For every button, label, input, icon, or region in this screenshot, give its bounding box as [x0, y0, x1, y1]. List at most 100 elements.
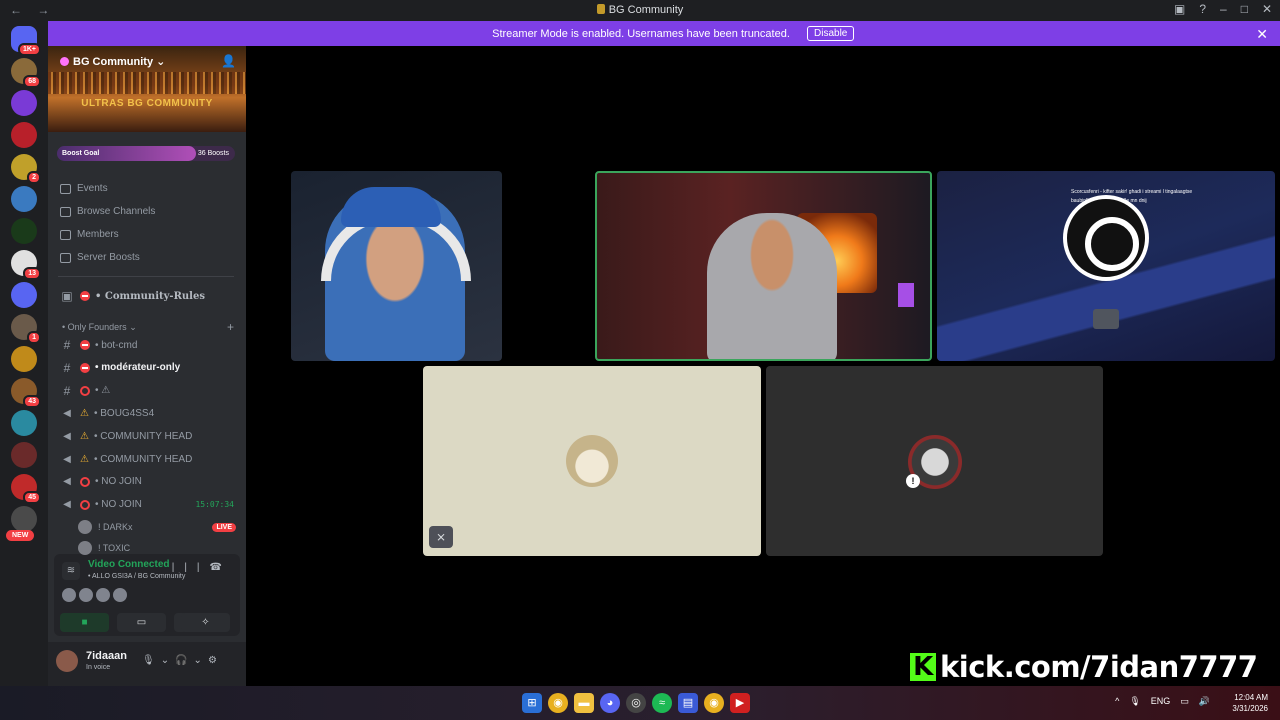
avatar[interactable] [56, 650, 78, 672]
server-icon[interactable] [11, 186, 37, 212]
voice-tile-5[interactable]: ! [766, 366, 1103, 556]
menu-browse-channels[interactable]: Browse Channels [60, 206, 155, 217]
volume-icon[interactable]: 🔊 [1199, 696, 1210, 707]
prohibited-icon [80, 476, 90, 487]
text-channel[interactable]: # • bot-cmd [60, 335, 238, 355]
server-icon[interactable]: 1K+ [11, 26, 41, 56]
menu-browse-label: Browse Channels [77, 206, 156, 217]
avatar[interactable] [96, 588, 110, 602]
banner-message: Streamer Mode is enabled. Usernames have… [492, 28, 790, 40]
server-icon[interactable] [11, 506, 37, 532]
youtube-icon[interactable]: ▶ [730, 693, 750, 713]
server-icon[interactable] [11, 346, 37, 372]
server-icon [596, 4, 605, 14]
warning-icon: ⚠ [80, 430, 89, 442]
menu-members[interactable]: Members [60, 229, 119, 240]
close-window-button[interactable]: ✕ [1262, 2, 1272, 16]
server-icon[interactable]: 1 [11, 314, 41, 344]
username[interactable]: 7idaaan [86, 650, 127, 662]
add-channel-icon[interactable]: + [227, 320, 234, 334]
server-icon[interactable] [11, 410, 37, 436]
mention-badge: 1 [27, 331, 41, 344]
microphone-icon[interactable]: 🎙 [142, 655, 161, 666]
voice-channel[interactable]: ◀ • NO JOIN 15:07:34 [60, 495, 238, 515]
category-only-founders[interactable]: • Only Founders ⌄ [62, 322, 137, 333]
video-tile-2-speaking[interactable] [595, 171, 932, 361]
voice-user[interactable]: ! DARKx LIVE [78, 518, 238, 536]
new-badge[interactable]: NEW [6, 530, 35, 541]
close-icon[interactable]: ✕ [1256, 26, 1268, 43]
server-icon[interactable]: 43 [11, 378, 41, 408]
obs-icon[interactable]: ◎ [626, 693, 646, 713]
server-icon[interactable] [11, 218, 37, 244]
server-icon[interactable]: 13 [11, 250, 41, 280]
server-name[interactable]: BG Community ⌄ [60, 55, 165, 68]
boost-count: 36 Boosts [197, 150, 229, 157]
chrome-profile-icon[interactable]: ◉ [704, 693, 724, 713]
disconnect-icon[interactable]: ☎ [210, 562, 232, 573]
server-header[interactable]: BG Community ⌄ 👤 ULTRAS BG COMMUNITY [48, 46, 246, 132]
app-icon[interactable]: ▤ [678, 693, 698, 713]
discord-icon[interactable]: ◕ [600, 693, 620, 713]
chevron-down-icon[interactable]: ⌄ [194, 655, 208, 666]
clock[interactable]: 12:04 AM 3/31/2026 [1232, 692, 1268, 714]
microphone-icon[interactable]: 🎙 [1129, 696, 1140, 707]
avatar[interactable] [62, 588, 76, 602]
hash-icon: # [63, 383, 71, 398]
voice-user[interactable]: ! TOXIC [78, 539, 238, 557]
invite-people-icon[interactable]: 👤 [221, 54, 236, 68]
user-panel: 7idaaan In voice 🎙⌄🎧⌄⚙ [48, 642, 246, 686]
inbox-icon[interactable]: ▣ [1174, 2, 1185, 16]
server-icon[interactable]: 2 [11, 154, 41, 184]
video-tile-1[interactable] [291, 171, 502, 361]
disable-streamer-mode-button[interactable]: Disable [807, 26, 855, 41]
streamer-mode-banner: Streamer Mode is enabled. Usernames have… [48, 21, 1280, 46]
server-icon[interactable] [11, 442, 37, 468]
voice-channel[interactable]: ◀ ⚠ • BOUG4SS4 [60, 403, 238, 423]
language-indicator[interactable]: ENG [1151, 696, 1171, 707]
mention-badge: 2 [27, 171, 41, 184]
warning-icon: ⚠ [80, 407, 89, 419]
settings-gear-icon[interactable]: ⚙ [208, 655, 223, 666]
file-explorer-icon[interactable]: ▬ [574, 693, 594, 713]
chrome-icon[interactable]: ◉ [548, 693, 568, 713]
rules-icon: ▣ [61, 289, 73, 303]
clock-time: 12:04 AM [1234, 693, 1268, 702]
voice-channel[interactable]: ◀ • NO JOIN [60, 472, 238, 492]
maximize-button[interactable]: □ [1241, 2, 1248, 16]
soundboard-button[interactable]: ✧ [181, 613, 230, 632]
voice-channel[interactable]: ◀ ⚠ • COMMUNITY HEAD [60, 449, 238, 469]
chevron-up-icon[interactable]: ^ [1115, 696, 1119, 707]
headphones-icon[interactable]: 🎧 [175, 655, 193, 666]
menu-server-boosts[interactable]: Server Boosts [60, 252, 140, 263]
help-icon[interactable]: ? [1199, 2, 1206, 16]
server-icon[interactable]: 45 [11, 474, 41, 504]
avatar[interactable] [79, 588, 93, 602]
voice-status[interactable]: Video Connected [88, 559, 170, 570]
cap-shape [341, 187, 441, 227]
boost-goal-bar[interactable]: Boost Goal 36 Boosts [57, 146, 235, 161]
server-icon[interactable] [11, 122, 37, 148]
text-channel[interactable]: # • ⚠ [60, 381, 238, 401]
text-channel[interactable]: # • modérateur-only [60, 358, 238, 378]
noise-suppression-icon[interactable]: ||| [172, 562, 210, 573]
avatar[interactable] [113, 588, 127, 602]
spotify-icon[interactable]: ≈ [652, 693, 672, 713]
server-icon[interactable]: 68 [11, 58, 41, 88]
network-icon[interactable]: ▭ [1180, 696, 1189, 707]
screen-share-button[interactable]: ▭ [117, 613, 166, 632]
voice-channel-name[interactable]: • ALLO GSI3A / BG Community [88, 573, 185, 580]
server-icon[interactable] [11, 90, 37, 116]
start-icon[interactable]: ⊞ [522, 693, 542, 713]
server-icon[interactable] [11, 282, 37, 308]
server-list: 1K+ 68 2 13 1 43 45 [0, 21, 48, 686]
chevron-down-icon[interactable]: ⌄ [161, 655, 175, 666]
camera-button[interactable]: ■ [60, 613, 109, 632]
channel-community-rules[interactable]: ▣ • Community-Rules [60, 286, 238, 306]
signal-icon[interactable]: ≋ [62, 562, 80, 580]
voice-channel[interactable]: ◀ ⚠ • COMMUNITY HEAD [60, 426, 238, 446]
menu-events[interactable]: Events [60, 183, 108, 194]
video-tile-3-obs[interactable]: Scorcusfenri - kifter sakir! ghadi i str… [937, 171, 1275, 361]
minimize-button[interactable]: – [1220, 2, 1227, 16]
voice-tile-4[interactable]: ⨯ [423, 366, 761, 556]
